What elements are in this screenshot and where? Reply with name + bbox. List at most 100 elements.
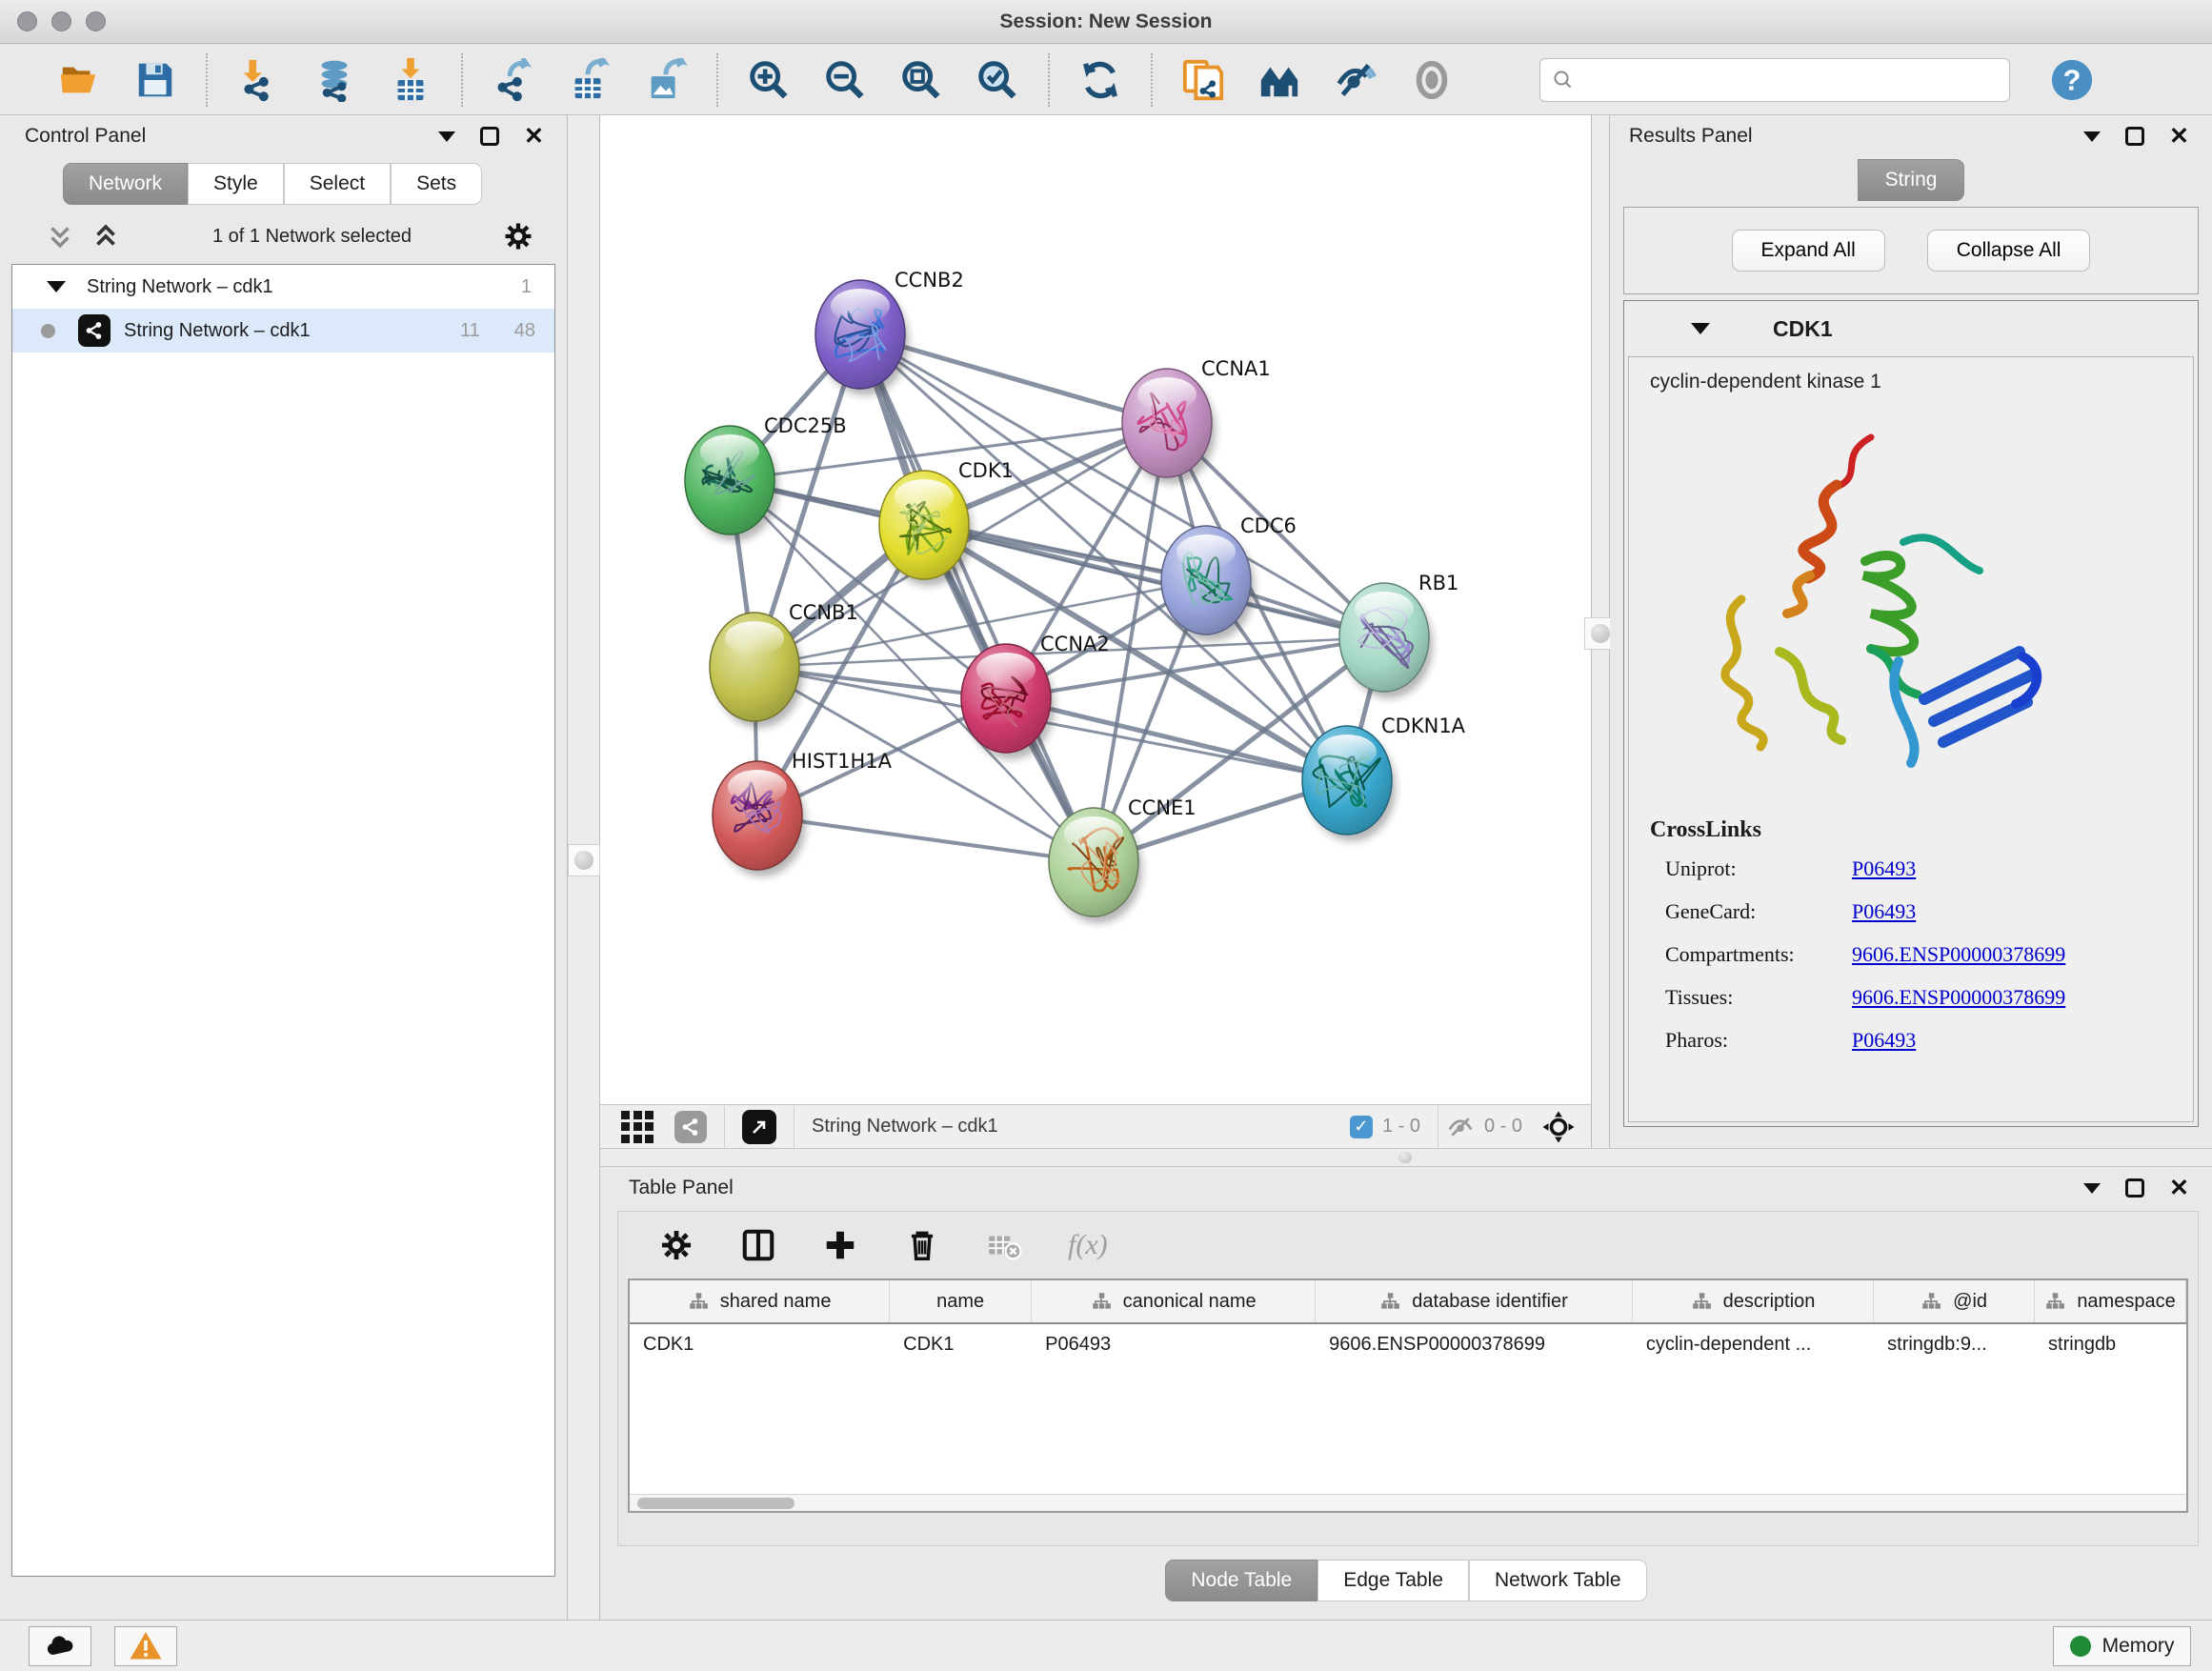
export-table-icon[interactable] — [568, 58, 612, 102]
hidden-eye-icon[interactable] — [1446, 1113, 1475, 1141]
crosslink-link[interactable]: 9606.ENSP00000378699 — [1852, 985, 2065, 1010]
column-header-canonicalname[interactable]: canonical name — [1032, 1280, 1316, 1322]
cell[interactable]: P06493 — [1032, 1334, 1316, 1356]
help-icon[interactable]: ? — [2050, 58, 2094, 102]
search-input[interactable] — [1575, 69, 1994, 91]
show-all-icon[interactable] — [1410, 58, 1454, 102]
cell[interactable]: stringdb — [2035, 1334, 2186, 1356]
column-header-databaseidentifier[interactable]: database identifier — [1316, 1280, 1633, 1322]
save-session-icon[interactable] — [133, 58, 177, 102]
results-splitter[interactable] — [1591, 115, 1610, 1148]
memory-button[interactable]: Memory — [2053, 1626, 2191, 1666]
network-options-gear-icon[interactable] — [502, 220, 534, 252]
node-table[interactable]: shared namenamecanonical namedatabase id… — [628, 1278, 2188, 1513]
control-panel-close-icon[interactable]: ✕ — [524, 127, 544, 146]
crosslink-row: Tissues: 9606.ENSP00000378699 — [1665, 985, 2193, 1010]
network-collection-row[interactable]: String Network – cdk1 1 — [12, 265, 554, 309]
results-panel-float-icon[interactable] — [2125, 127, 2144, 146]
node-RB1[interactable]: RB1 — [1339, 572, 1458, 698]
node-CCNE1[interactable]: CCNE1 — [1049, 796, 1196, 923]
clone-network-icon[interactable] — [1181, 58, 1225, 102]
node-CCNB2[interactable]: CCNB2 — [815, 269, 964, 395]
network-canvas[interactable]: CCNB2 CCNA1 CDC25B CDK1 CDC6 RB1 CCNB1 — [600, 115, 1591, 1104]
cloud-status-button[interactable] — [29, 1626, 91, 1666]
crosslink-link[interactable]: P06493 — [1852, 856, 1916, 881]
import-network-file-icon[interactable] — [236, 58, 280, 102]
tab-string[interactable]: String — [1858, 159, 1964, 201]
control-panel-menu-icon[interactable] — [438, 131, 455, 142]
refresh-layout-icon[interactable] — [1078, 58, 1122, 102]
column-header-name[interactable]: name — [890, 1280, 1032, 1322]
crosslink-link[interactable]: 9606.ENSP00000378699 — [1852, 942, 2065, 967]
column-header-sharedname[interactable]: shared name — [630, 1280, 890, 1322]
table-options-gear-icon[interactable] — [658, 1227, 694, 1263]
warnings-button[interactable] — [114, 1626, 177, 1666]
tab-node-table[interactable]: Node Table — [1165, 1560, 1317, 1601]
cdk1-section-header[interactable]: CDK1 — [1624, 301, 2198, 356]
node-CDC6[interactable]: CDC6 — [1161, 514, 1297, 641]
add-column-icon[interactable] — [822, 1227, 858, 1263]
table-row[interactable]: CDK1CDK1P064939606.ENSP00000378699cyclin… — [630, 1324, 2186, 1364]
column-header-id[interactable]: @id — [1874, 1280, 2035, 1322]
zoom-selected-icon[interactable] — [975, 58, 1019, 102]
column-header-namespace[interactable]: namespace — [2035, 1280, 2186, 1322]
section-caret-icon[interactable] — [1691, 323, 1710, 334]
selected-checkbox-icon[interactable]: ✓ — [1350, 1116, 1373, 1138]
first-neighbors-icon[interactable] — [1257, 58, 1301, 102]
cell[interactable]: cyclin-dependent ... — [1633, 1334, 1874, 1356]
detach-view-icon[interactable] — [742, 1110, 776, 1144]
zoom-out-icon[interactable] — [823, 58, 867, 102]
export-image-icon[interactable] — [644, 58, 688, 102]
results-panel-close-icon[interactable]: ✕ — [2169, 127, 2189, 146]
collapse-all-icon[interactable] — [44, 220, 76, 252]
table-panel-float-icon[interactable] — [2125, 1178, 2144, 1198]
pan-crosshair-icon[interactable] — [1541, 1110, 1576, 1144]
edge[interactable] — [757, 815, 1094, 862]
control-panel-float-icon[interactable] — [480, 127, 499, 146]
table-panel-close-icon[interactable]: ✕ — [2169, 1178, 2189, 1198]
cell[interactable]: stringdb:9... — [1874, 1334, 2035, 1356]
column-header-description[interactable]: description — [1633, 1280, 1874, 1322]
table-panel-menu-icon[interactable] — [2083, 1183, 2101, 1194]
tab-select[interactable]: Select — [284, 163, 391, 205]
collection-caret-icon[interactable] — [47, 281, 66, 292]
table-hscrollbar[interactable] — [630, 1494, 2186, 1511]
tab-network[interactable]: Network — [63, 163, 188, 205]
delete-column-icon[interactable] — [904, 1227, 940, 1263]
node-HIST1H1A[interactable]: HIST1H1A — [713, 750, 893, 876]
node-CDKN1A[interactable]: CDKN1A — [1302, 715, 1466, 841]
network-row[interactable]: String Network – cdk1 11 48 — [12, 309, 554, 352]
open-session-icon[interactable] — [57, 58, 101, 102]
grid-mode-icon[interactable] — [621, 1111, 654, 1143]
search-box[interactable] — [1539, 58, 2010, 102]
node-CCNB1[interactable]: CCNB1 — [710, 601, 858, 728]
tab-edge-table[interactable]: Edge Table — [1317, 1560, 1469, 1601]
zoom-in-icon[interactable] — [747, 58, 791, 102]
export-network-icon[interactable] — [492, 58, 535, 102]
table-hscrollbar-thumb[interactable] — [637, 1498, 794, 1509]
crosslink-link[interactable]: P06493 — [1852, 1028, 1916, 1053]
table-tabs: Node TableEdge TableNetwork Table — [600, 1560, 2212, 1601]
expand-all-button[interactable]: Expand All — [1732, 230, 1885, 272]
results-panel-menu-icon[interactable] — [2083, 131, 2101, 142]
tab-sets[interactable]: Sets — [391, 163, 482, 205]
node-CCNA1[interactable]: CCNA1 — [1122, 357, 1271, 484]
cell[interactable]: CDK1 — [630, 1334, 890, 1356]
collapse-all-button[interactable]: Collapse All — [1927, 230, 2091, 272]
node-CDC25B[interactable]: CDC25B — [685, 414, 847, 541]
crosslink-link[interactable]: P06493 — [1852, 899, 1916, 924]
left-splitter[interactable] — [567, 115, 600, 1620]
expand-all-icon[interactable] — [90, 220, 122, 252]
import-network-database-icon[interactable] — [312, 58, 356, 102]
hide-selected-icon[interactable] — [1334, 58, 1377, 102]
edge[interactable] — [860, 334, 1094, 862]
cell[interactable]: 9606.ENSP00000378699 — [1316, 1334, 1633, 1356]
cell[interactable]: CDK1 — [890, 1334, 1032, 1356]
import-table-icon[interactable] — [389, 58, 432, 102]
tab-network-table[interactable]: Network Table — [1469, 1560, 1647, 1601]
table-splitter[interactable] — [600, 1148, 2212, 1167]
network-type-badge-icon[interactable] — [674, 1111, 707, 1143]
show-columns-icon[interactable] — [740, 1227, 776, 1263]
tab-style[interactable]: Style — [188, 163, 284, 205]
zoom-fit-icon[interactable] — [899, 58, 943, 102]
